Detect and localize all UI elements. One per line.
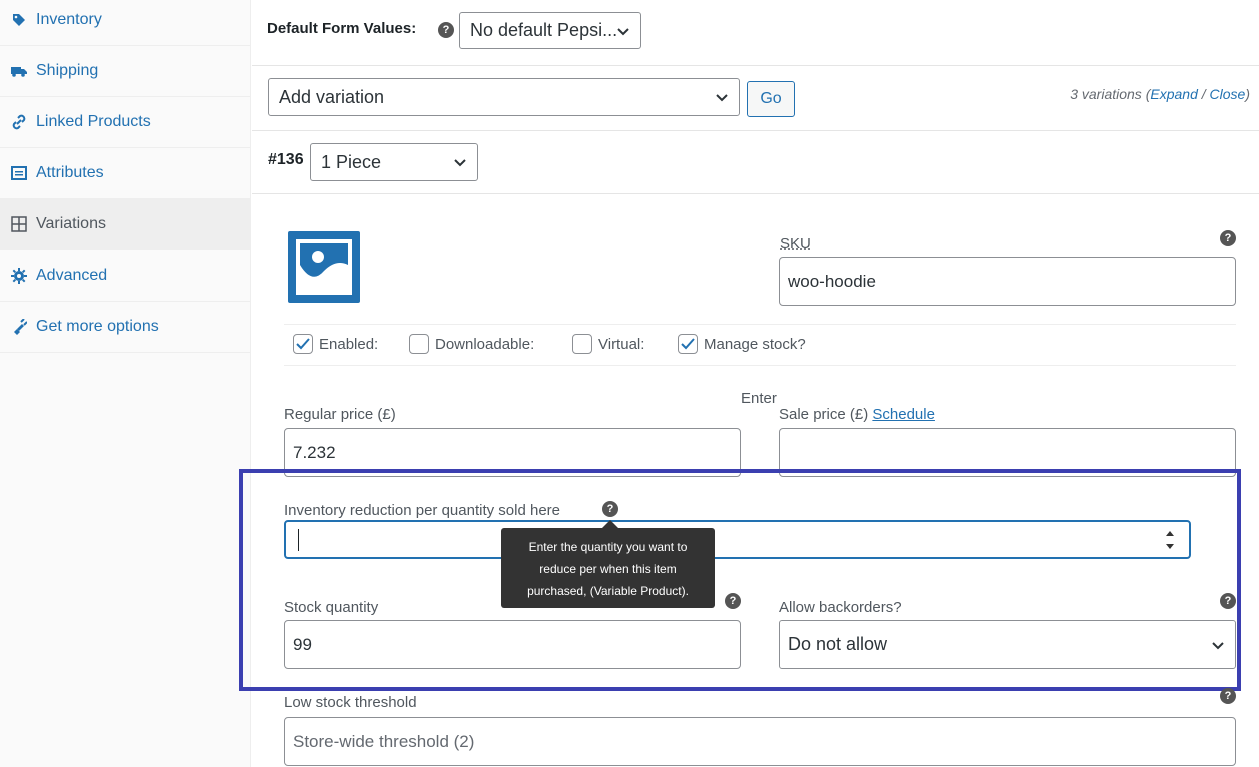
sale-price-label: Sale price (£) (779, 406, 869, 423)
chevron-down-icon (1212, 641, 1224, 649)
select-value: 1 Piece (321, 151, 382, 172)
close-paren: ) (1245, 86, 1250, 102)
low-stock-threshold-input[interactable]: Store-wide threshold (2) (284, 717, 1236, 766)
sku-value: woo-hoodie (788, 271, 876, 291)
sidebar-item-label: Get more options (36, 318, 159, 335)
go-button[interactable]: Go (747, 81, 795, 117)
gear-icon (10, 267, 28, 285)
close-link[interactable]: Close (1210, 86, 1246, 102)
checkbox[interactable] (293, 334, 313, 354)
help-icon[interactable]: ? (1220, 230, 1236, 246)
checkbox[interactable] (409, 334, 429, 354)
number-spinner-icon[interactable] (1165, 527, 1175, 553)
checkmark-icon (296, 338, 310, 350)
help-icon[interactable]: ? (1220, 593, 1236, 609)
low-stock-threshold-label: Low stock threshold (284, 694, 417, 711)
tooltip-line: Enter the quantity you want to (528, 540, 688, 554)
sidebar-item-inventory[interactable]: Inventory (0, 0, 250, 46)
select-value: No default Pepsi... (470, 20, 618, 40)
help-tooltip: Enter the quantity you want to reduce pe… (501, 528, 715, 608)
divider (252, 130, 1259, 131)
enter-text: Enter (741, 390, 777, 407)
sidebar-item-shipping[interactable]: Shipping (0, 46, 250, 97)
checkbox-label: Downloadable: (435, 335, 535, 353)
default-form-values-label: Default Form Values: (267, 20, 417, 37)
default-form-values-select[interactable]: No default Pepsi... (459, 12, 641, 49)
grid-icon (10, 215, 28, 233)
sidebar-item-label: Advanced (36, 267, 108, 284)
checkbox[interactable] (678, 334, 698, 354)
variations-count-text: 3 variations ( (1070, 86, 1151, 102)
variation-image-upload[interactable] (288, 231, 360, 303)
product-data-tabs: Inventory Shipping Linked Products Attri… (0, 0, 251, 767)
sidebar-item-variations[interactable]: Variations (0, 199, 250, 250)
select-value: Do not allow (788, 634, 888, 654)
backorders-select[interactable]: Do not allow (779, 620, 1236, 669)
variation-attribute-select[interactable]: 1 Piece (310, 143, 478, 181)
sku-label: SKU (780, 235, 811, 252)
tag-icon (10, 11, 28, 29)
stock-quantity-value: 99 (293, 634, 312, 654)
chevron-down-icon (454, 159, 466, 167)
sidebar-item-label: Shipping (36, 62, 99, 79)
variations-count: 3 variations (Expand / Close) (1070, 86, 1250, 102)
stock-quantity-input[interactable]: 99 (284, 620, 741, 669)
checkbox[interactable] (572, 334, 592, 354)
add-variation-select[interactable]: Add variation (268, 78, 740, 116)
help-icon[interactable]: ? (438, 22, 454, 38)
stock-quantity-label: Stock quantity (284, 599, 379, 616)
sidebar-item-label: Linked Products (36, 113, 151, 130)
checkmark-icon (681, 338, 695, 350)
sidebar-item-linked-products[interactable]: Linked Products (0, 97, 250, 148)
plugin-icon (10, 318, 28, 336)
sidebar-item-get-more-options[interactable]: Get more options (0, 302, 250, 353)
help-icon[interactable]: ? (1220, 688, 1236, 704)
sku-input[interactable]: woo-hoodie (779, 257, 1236, 306)
sidebar-item-label: Variations (36, 215, 106, 232)
separator: / (1197, 86, 1210, 102)
checkbox-label: Enabled: (319, 335, 379, 353)
help-icon[interactable]: ? (602, 501, 618, 517)
checkbox-label: Virtual: (598, 335, 645, 353)
regular-price-label: Regular price (£) (284, 406, 396, 423)
sidebar-item-advanced[interactable]: Advanced (0, 251, 250, 302)
backorders-label: Allow backorders? (779, 599, 902, 616)
downloadable-checkbox[interactable]: Downloadable: (409, 334, 534, 354)
chevron-down-icon (617, 27, 629, 35)
divider (252, 193, 1259, 194)
divider (252, 65, 1259, 66)
schedule-link[interactable]: Schedule (872, 406, 935, 423)
sidebar-item-attributes[interactable]: Attributes (0, 148, 250, 199)
checkbox-label: Manage stock? (704, 335, 806, 353)
tooltip-arrow (602, 520, 618, 528)
chevron-down-icon (716, 94, 728, 102)
tooltip-line: reduce per when this item (539, 562, 677, 576)
manage-stock-checkbox[interactable]: Manage stock? (678, 334, 806, 354)
text-cursor (298, 528, 299, 551)
truck-icon (10, 62, 28, 80)
inventory-reduction-input[interactable] (284, 520, 1191, 559)
help-icon[interactable]: ? (725, 593, 741, 609)
select-value: Add variation (279, 86, 385, 107)
regular-price-value: 7.232 (293, 442, 336, 462)
variation-id: #136 (268, 151, 304, 168)
sidebar-item-label: Inventory (36, 11, 102, 28)
inventory-reduction-label: Inventory reduction per quantity sold he… (284, 502, 560, 519)
sidebar-item-label: Attributes (36, 164, 104, 181)
list-icon (10, 164, 28, 182)
virtual-checkbox[interactable]: Virtual: (572, 334, 644, 354)
expand-link[interactable]: Expand (1150, 86, 1197, 102)
enabled-checkbox[interactable]: Enabled: (293, 334, 378, 354)
low-stock-placeholder: Store-wide threshold (2) (293, 731, 475, 751)
sale-price-label-group: Sale price (£) Schedule (779, 406, 935, 423)
link-icon (10, 113, 28, 131)
image-placeholder-icon (296, 239, 352, 295)
tooltip-line: purchased, (Variable Product). (527, 584, 689, 598)
